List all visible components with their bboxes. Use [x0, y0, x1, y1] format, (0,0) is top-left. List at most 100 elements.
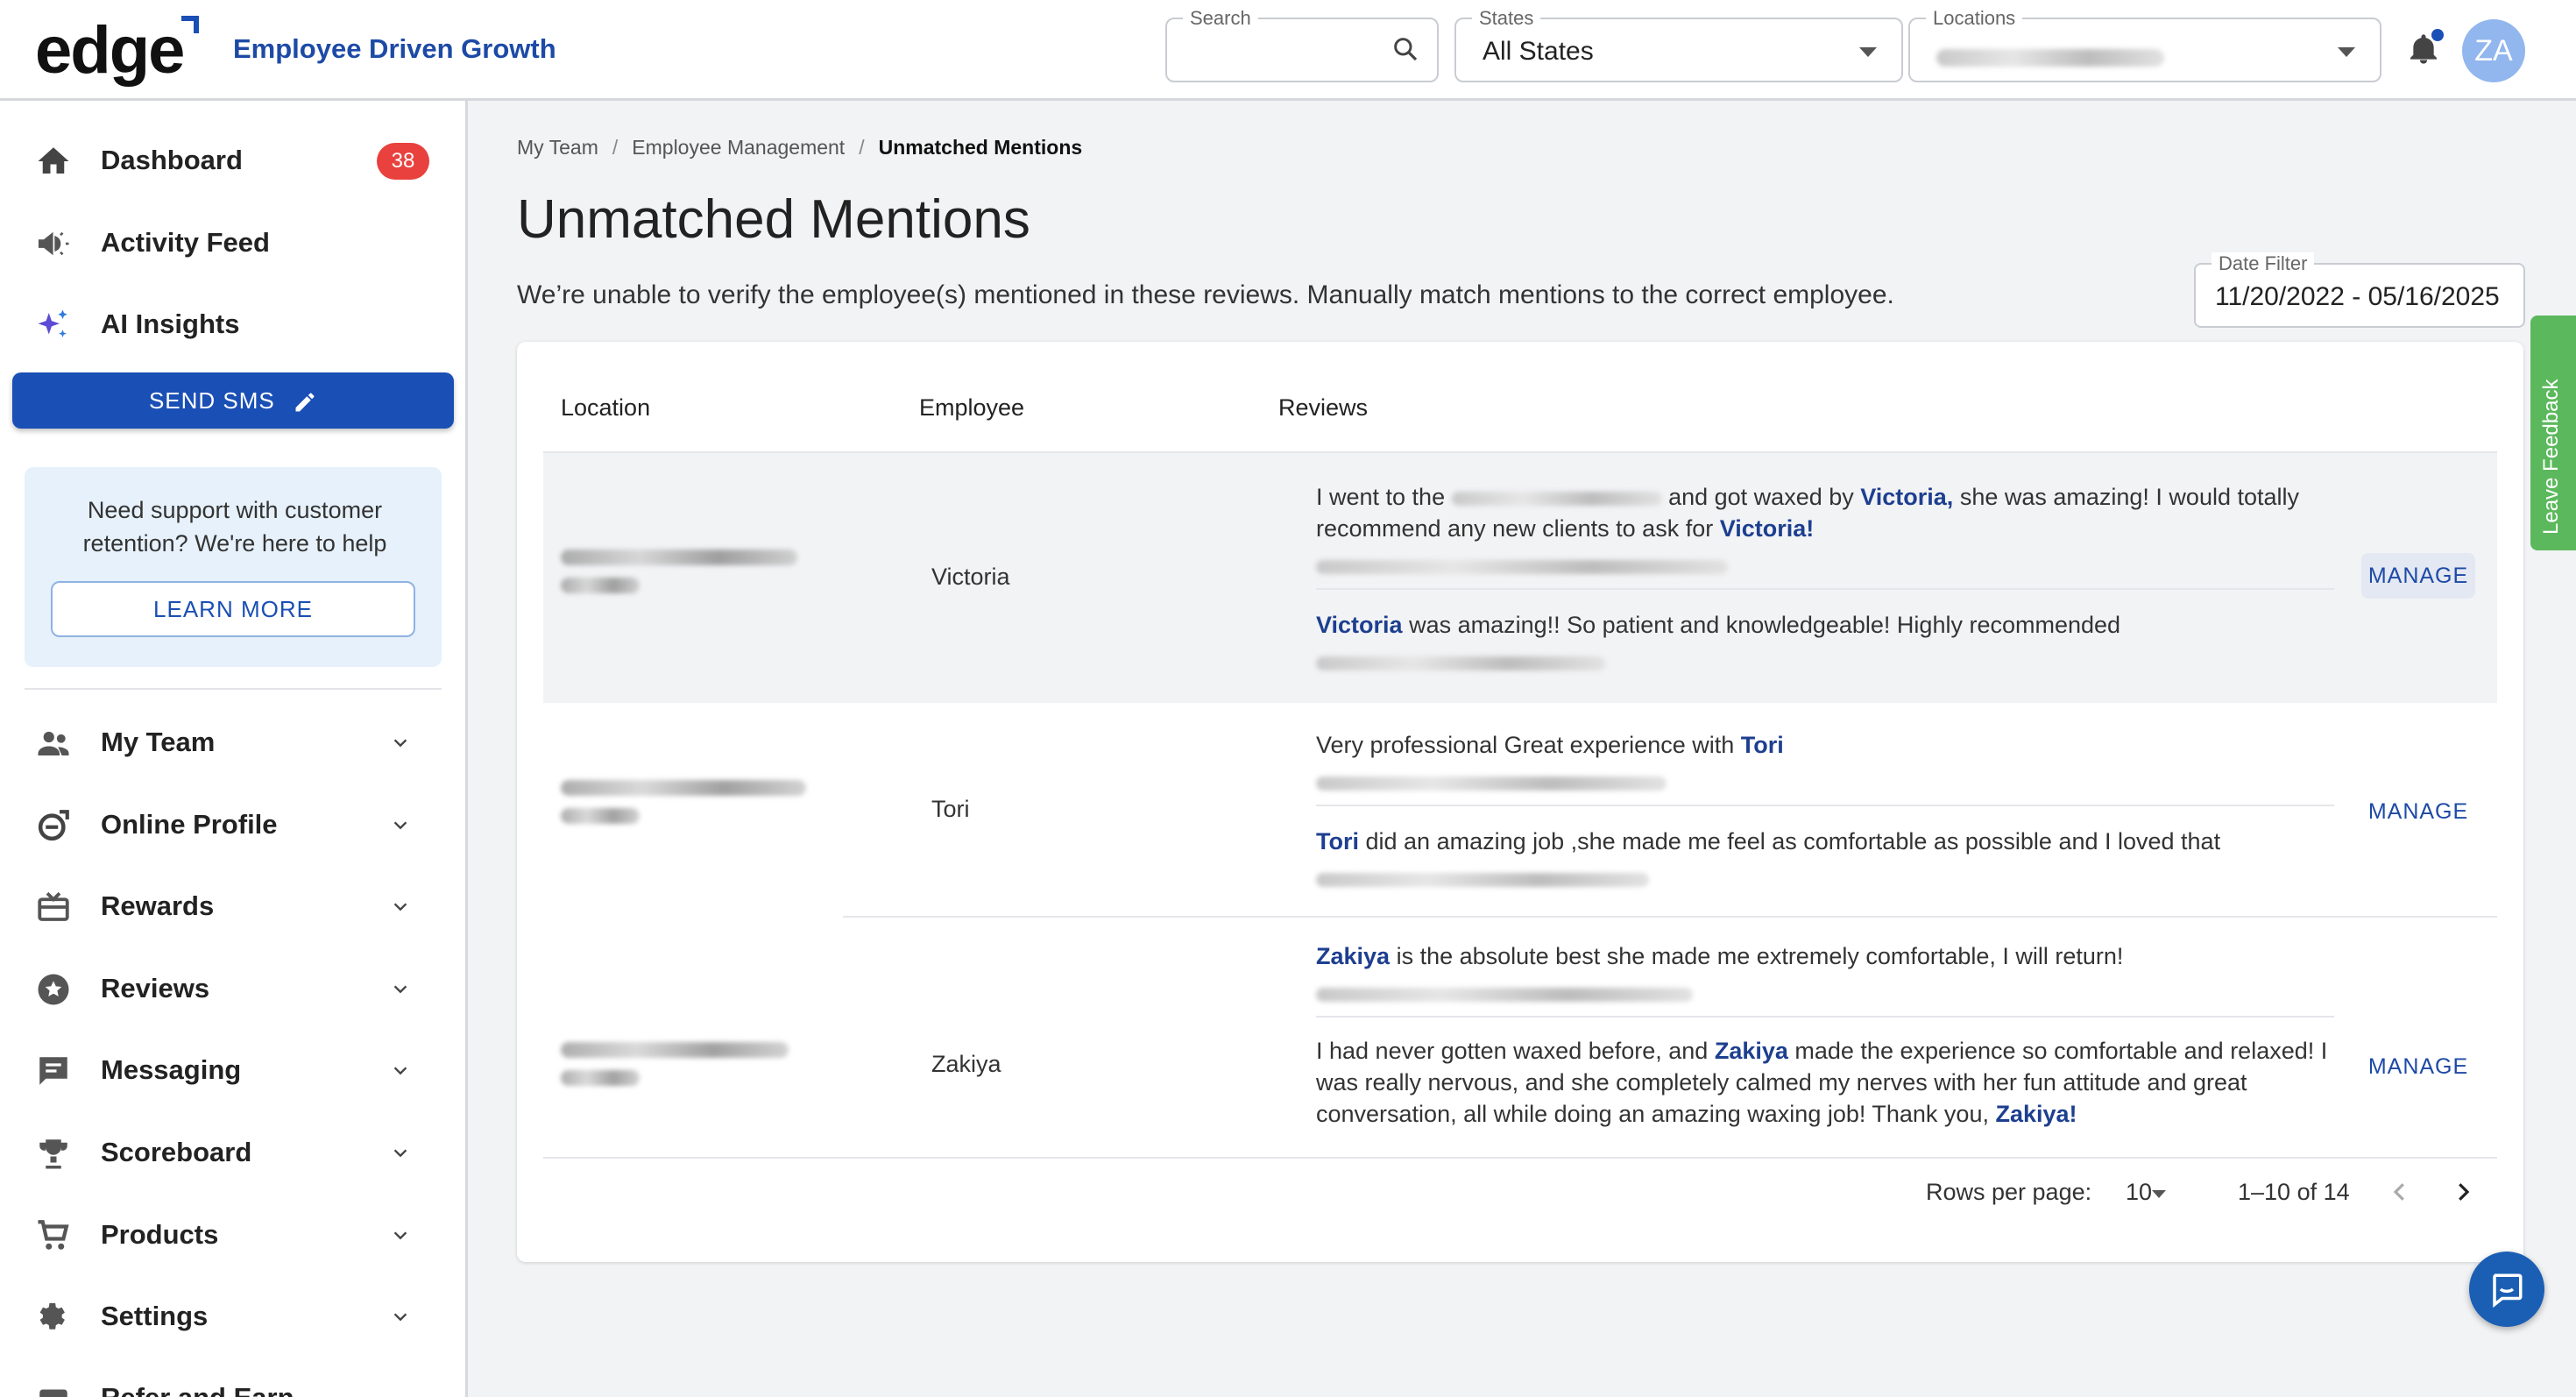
chevron-down-icon	[393, 985, 407, 994]
table-row: Tori Very professional Great experience …	[543, 703, 2497, 918]
cart-icon	[38, 1220, 69, 1250]
sidebar-item-dashboard[interactable]: Dashboard 38	[0, 125, 465, 195]
manage-button[interactable]: MANAGE	[2361, 789, 2475, 834]
review-text: and got waxed by	[1661, 484, 1861, 510]
people-icon	[38, 731, 69, 755]
dashboard-count-badge: 38	[377, 143, 429, 180]
sidebar-item-label: My Team	[101, 727, 216, 757]
top-header: edge Employee Driven Growth Search State…	[0, 0, 2576, 101]
review-item: I had never gotten waxed before, and Zak…	[1316, 1035, 2341, 1130]
search-icon[interactable]	[1391, 35, 1419, 63]
sidebar-item-refer-and-earn[interactable]: Refer and Earn	[0, 1363, 465, 1397]
user-avatar[interactable]: ZA	[2462, 19, 2525, 82]
date-filter[interactable]: Date Filter 11/20/2022 - 05/16/2025	[2194, 252, 2525, 328]
chevron-left-icon[interactable]	[2387, 1179, 2413, 1205]
logo-text: edge	[35, 13, 185, 88]
review-text: I had never gotten waxed before, and	[1316, 1038, 1715, 1064]
table-bottom-divider	[543, 1157, 2497, 1159]
review-text: I went to the	[1316, 484, 1452, 510]
rows-per-page-select[interactable]: 10	[2126, 1179, 2152, 1206]
gift-card-icon	[38, 891, 69, 921]
review-item: Victoria was amazing!! So patient and kn…	[1316, 609, 2341, 677]
chevron-down-icon	[2338, 47, 2355, 57]
review-meta-redacted	[1316, 550, 2341, 581]
sidebar-item-rewards[interactable]: Rewards	[0, 871, 465, 941]
sidebar-item-activity-feed[interactable]: Activity Feed	[0, 208, 465, 278]
sidebar-item-label: Activity Feed	[101, 227, 270, 258]
date-filter-value: 11/20/2022 - 05/16/2025	[2215, 282, 2500, 311]
mention-name: Tori	[1740, 732, 1784, 758]
review-item: Zakiya is the absolute best she made me …	[1316, 940, 2341, 1009]
sidebar-item-label: Dashboard	[101, 145, 243, 175]
pagination-range: 1–10 of 14	[2238, 1179, 2350, 1205]
review-text: is the absolute best she made me extreme…	[1390, 943, 2124, 969]
chat-launcher-button[interactable]	[2469, 1252, 2544, 1327]
leave-feedback-label: Leave Feedback	[2539, 379, 2563, 535]
sidebar-item-label: Settings	[101, 1301, 209, 1331]
sidebar-item-reviews[interactable]: Reviews	[0, 954, 465, 1024]
home-icon	[38, 147, 69, 174]
sidebar-item-scoreboard[interactable]: Scoreboard	[0, 1117, 465, 1188]
employee-name: Tori	[931, 796, 970, 822]
sidebar-item-products[interactable]: Products	[0, 1200, 465, 1270]
send-sms-button[interactable]: SEND SMS	[12, 372, 454, 429]
edge-profile-icon	[38, 810, 69, 841]
chevron-down-icon[interactable]	[2152, 1190, 2166, 1198]
star-circle-icon	[38, 974, 69, 1005]
learn-more-button[interactable]: LEARN MORE	[51, 581, 415, 637]
review-meta-redacted	[1316, 862, 2341, 894]
column-header-employee: Employee	[919, 394, 1025, 421]
review-text: Very professional Great experience with	[1316, 732, 1741, 758]
sidebar-item-label: Refer and Earn	[101, 1382, 294, 1397]
breadcrumb-employee-management[interactable]: Employee Management	[632, 136, 845, 159]
sidebar-item-label: AI Insights	[101, 308, 240, 339]
date-filter-label: Date Filter	[2212, 252, 2315, 275]
send-sms-label: SEND SMS	[148, 387, 275, 414]
mentions-table-card: Location Employee Reviews Victoria I wen…	[517, 342, 2523, 1262]
sidebar-item-ai-insights[interactable]: AI Insights	[0, 289, 465, 359]
location-redacted	[561, 1042, 789, 1098]
chevron-down-icon	[393, 1313, 407, 1322]
sidebar-item-label: Reviews	[101, 973, 210, 1003]
states-select[interactable]: States All States	[1454, 7, 1903, 82]
mention-name: Victoria	[1316, 612, 1403, 638]
sidebar-item-label: Rewards	[101, 890, 215, 921]
support-card: Need support with customer retention? We…	[25, 467, 442, 667]
leave-feedback-tab[interactable]: Leave Feedback	[2530, 316, 2576, 550]
refer-icon	[39, 1389, 67, 1397]
sidebar-item-settings[interactable]: Settings	[0, 1281, 465, 1351]
chevron-right-icon[interactable]	[2450, 1179, 2476, 1205]
mention-name: Tori	[1316, 828, 1359, 855]
locations-select[interactable]: Locations	[1908, 7, 2381, 82]
rows-per-page-label: Rows per page:	[1926, 1179, 2092, 1205]
review-meta-redacted	[1316, 766, 2341, 798]
sidebar-item-messaging[interactable]: Messaging	[0, 1035, 465, 1105]
states-value: All States	[1483, 37, 1594, 66]
support-text: Need support with customer retention? We…	[82, 497, 387, 557]
states-label: States	[1472, 7, 1541, 30]
review-item: Very professional Great experience with …	[1316, 729, 2341, 798]
breadcrumb-my-team[interactable]: My Team	[517, 136, 598, 159]
search-field[interactable]: Search	[1165, 7, 1439, 82]
table-row: Zakiya Zakiya is the absolute best she m…	[543, 918, 2497, 1157]
chevron-down-icon	[393, 1067, 407, 1075]
page-title: Unmatched Mentions	[517, 189, 1030, 250]
megaphone-icon	[38, 231, 69, 256]
location-redacted	[561, 550, 797, 606]
review-divider	[1316, 588, 2334, 590]
review-meta-redacted	[1316, 646, 2341, 677]
edge-logo[interactable]: edge	[35, 12, 200, 89]
mention-name: Victoria,	[1860, 484, 1954, 510]
chevron-down-icon	[393, 903, 407, 911]
employee-name: Zakiya	[931, 1051, 1001, 1077]
manage-button[interactable]: MANAGE	[2361, 1044, 2475, 1089]
review-item: Tori did an amazing job ,she made me fee…	[1316, 826, 2341, 894]
sidebar-item-my-team[interactable]: My Team	[0, 707, 465, 777]
manage-button[interactable]: MANAGE	[2361, 553, 2475, 599]
mention-name: Victoria!	[1719, 515, 1815, 542]
chevron-down-icon	[1859, 47, 1877, 57]
message-icon	[39, 1057, 67, 1085]
employee-name: Victoria	[931, 564, 1010, 590]
review-divider	[1316, 805, 2334, 806]
sidebar-item-online-profile[interactable]: Online Profile	[0, 790, 465, 860]
